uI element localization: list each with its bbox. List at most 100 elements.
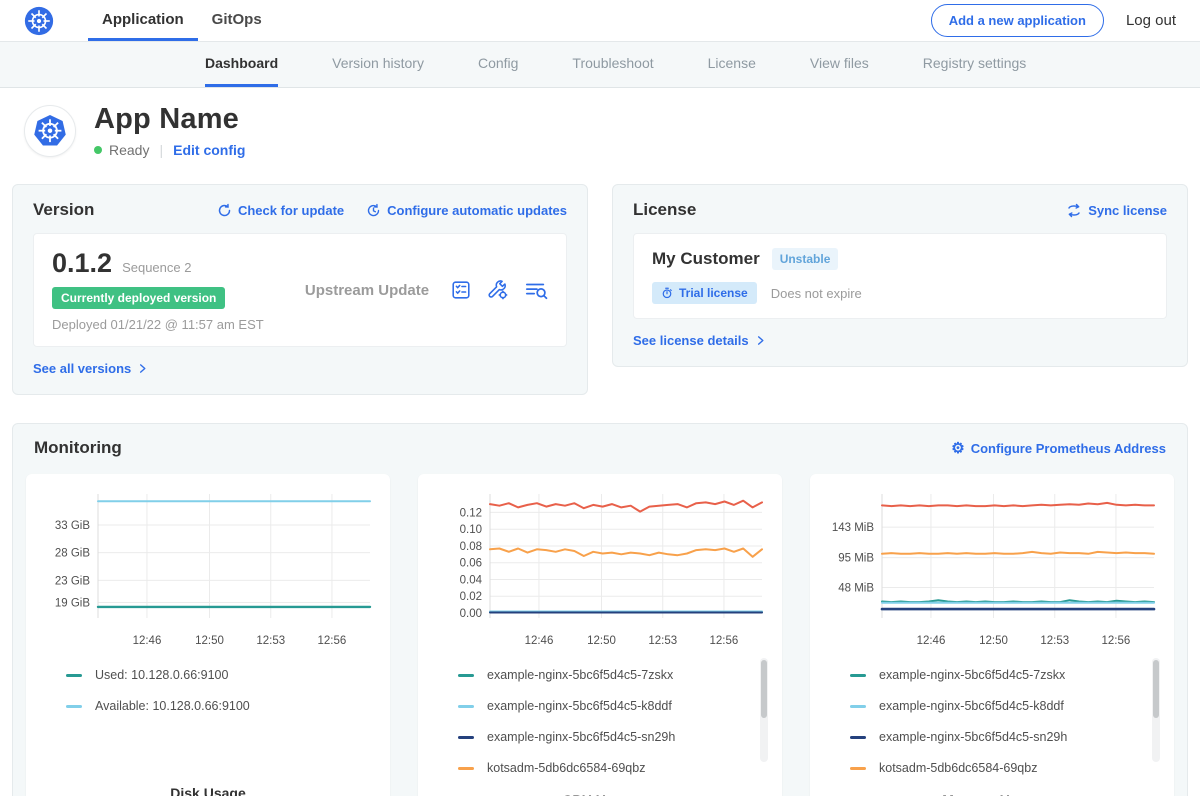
add-application-button[interactable]: Add a new application (931, 4, 1104, 37)
monitoring-section: Monitoring ⚙ Configure Prometheus Addres… (12, 423, 1188, 796)
page-title: App Name (94, 103, 245, 136)
config-wrench-icon[interactable] (487, 279, 509, 301)
top-tab-gitops[interactable]: GitOps (198, 0, 276, 41)
legend-swatch (458, 736, 474, 739)
subnav-tab-version-history[interactable]: Version history (332, 42, 424, 87)
legend-scrollbar[interactable] (760, 658, 768, 762)
check-for-update-link[interactable]: Check for update (217, 203, 344, 218)
svg-text:12:46: 12:46 (917, 635, 946, 647)
monitoring-title: Monitoring (34, 438, 122, 458)
legend-swatch (850, 705, 866, 708)
svg-text:48 MiB: 48 MiB (838, 582, 874, 594)
svg-text:33 GiB: 33 GiB (55, 520, 90, 532)
chevron-right-icon (137, 363, 148, 374)
legend-label: example-nginx-5bc6f5d4c5-7zskx (487, 668, 673, 682)
legend-swatch (850, 674, 866, 677)
edit-config-link[interactable]: Edit config (173, 142, 245, 158)
subnav-tab-troubleshoot[interactable]: Troubleshoot (572, 42, 653, 87)
subnav-tab-dashboard[interactable]: Dashboard (205, 42, 278, 87)
current-version-card: 0.1.2 Sequence 2 Currently deployed vers… (33, 233, 567, 347)
subnav-tab-config[interactable]: Config (478, 42, 518, 87)
legend-label: Used: 10.128.0.66:9100 (95, 668, 228, 682)
see-all-versions-link[interactable]: See all versions (33, 361, 148, 376)
top-tab-application[interactable]: Application (88, 0, 198, 41)
legend-label: kotsadm-5db6dc6584-69qbz (879, 761, 1037, 775)
stopwatch-icon (661, 287, 673, 299)
legend-item: kotsadm-5db6dc6584-69qbz (458, 761, 754, 775)
preflight-checks-icon[interactable] (450, 279, 472, 301)
svg-text:12:53: 12:53 (648, 635, 677, 647)
logout-link[interactable]: Log out (1126, 12, 1176, 29)
svg-text:12:56: 12:56 (1102, 635, 1131, 647)
license-expiry: Does not expire (771, 286, 862, 301)
version-sequence: Sequence 2 (122, 260, 191, 275)
legend-scrollbar-thumb[interactable] (1153, 660, 1159, 718)
configure-automatic-updates-link[interactable]: Configure automatic updates (366, 203, 567, 218)
deployed-badge: Currently deployed version (52, 287, 225, 309)
version-number: 0.1.2 (52, 248, 112, 279)
refresh-icon (217, 203, 232, 218)
svg-text:28 GiB: 28 GiB (55, 548, 90, 560)
legend-item: example-nginx-5bc6f5d4c5-sn29h (850, 730, 1146, 744)
app-sub-nav: Dashboard Version history Config Trouble… (0, 42, 1200, 88)
status-text: Ready (109, 142, 149, 158)
chart-title: Disk Usage (36, 785, 380, 796)
legend-label: example-nginx-5bc6f5d4c5-k8ddf (879, 699, 1064, 713)
svg-text:0.10: 0.10 (460, 524, 482, 536)
memory-usage-plot: 12:4612:5012:5312:56143 MiB95 MiB48 MiB (820, 484, 1164, 656)
memory-usage-chart-card: 12:4612:5012:5312:56143 MiB95 MiB48 MiB … (810, 474, 1174, 796)
channel-badge: Unstable (772, 248, 839, 270)
subnav-tab-registry-settings[interactable]: Registry settings (923, 42, 1026, 87)
svg-text:23 GiB: 23 GiB (55, 575, 90, 587)
kubernetes-logo (24, 0, 54, 41)
schedule-update-icon (366, 203, 381, 218)
version-card-title: Version (33, 200, 94, 220)
subnav-tab-license[interactable]: License (708, 42, 756, 87)
legend-item: example-nginx-5bc6f5d4c5-7zskx (850, 668, 1146, 682)
svg-text:143 MiB: 143 MiB (832, 522, 875, 534)
divider: | (159, 142, 163, 158)
svg-text:12:46: 12:46 (133, 635, 162, 647)
legend-swatch (66, 705, 82, 708)
legend-label: example-nginx-5bc6f5d4c5-sn29h (879, 730, 1067, 744)
status-dot (94, 146, 102, 154)
customer-name: My Customer (652, 249, 760, 269)
legend-scrollbar-thumb[interactable] (761, 660, 767, 718)
legend-swatch (850, 736, 866, 739)
disk-usage-plot: 12:4612:5012:5312:5633 GiB28 GiB23 GiB19… (36, 484, 380, 656)
legend-item: kotsadm-5db6dc6584-69qbz (850, 761, 1146, 775)
cpu-usage-plot: 12:4612:5012:5312:560.120.100.080.060.04… (428, 484, 772, 656)
configure-prometheus-link[interactable]: ⚙ Configure Prometheus Address (951, 441, 1166, 456)
legend-swatch (458, 767, 474, 770)
svg-text:0.12: 0.12 (460, 507, 482, 519)
legend-item: example-nginx-5bc6f5d4c5-7zskx (458, 668, 754, 682)
svg-text:12:56: 12:56 (710, 635, 739, 647)
legend-label: example-nginx-5bc6f5d4c5-k8ddf (487, 699, 672, 713)
license-type-badge: Trial license (652, 282, 757, 304)
legend-label: example-nginx-5bc6f5d4c5-7zskx (879, 668, 1065, 682)
legend-label: kotsadm-5db6dc6584-69qbz (487, 761, 645, 775)
svg-text:19 GiB: 19 GiB (55, 598, 90, 610)
sync-license-link[interactable]: Sync license (1066, 203, 1167, 218)
legend-scrollbar[interactable] (1152, 658, 1160, 762)
svg-text:12:56: 12:56 (318, 635, 347, 647)
svg-text:12:46: 12:46 (525, 635, 554, 647)
license-card-title: License (633, 200, 696, 220)
legend-item: example-nginx-5bc6f5d4c5-sn29h (458, 730, 754, 744)
legend-label: example-nginx-5bc6f5d4c5-sn29h (487, 730, 675, 744)
subnav-tab-view-files[interactable]: View files (810, 42, 869, 87)
memory-usage-legend: example-nginx-5bc6f5d4c5-7zskx example-ng… (820, 656, 1164, 792)
version-source: Upstream Update (305, 282, 429, 299)
legend-label: Available: 10.128.0.66:9100 (95, 699, 250, 713)
cpu-usage-chart-card: 12:4612:5012:5312:560.120.100.080.060.04… (418, 474, 782, 796)
top-nav: Application GitOps Add a new application… (0, 0, 1200, 42)
cpu-usage-legend: example-nginx-5bc6f5d4c5-7zskx example-ng… (428, 656, 772, 792)
view-files-search-icon[interactable] (524, 279, 548, 301)
legend-item: Used: 10.128.0.66:9100 (66, 668, 362, 682)
gear-icon: ⚙ (951, 441, 964, 456)
svg-text:12:50: 12:50 (979, 635, 1008, 647)
see-license-details-link[interactable]: See license details (633, 333, 766, 348)
svg-text:12:53: 12:53 (1040, 635, 1069, 647)
svg-text:0.04: 0.04 (460, 574, 483, 586)
legend-swatch (850, 767, 866, 770)
